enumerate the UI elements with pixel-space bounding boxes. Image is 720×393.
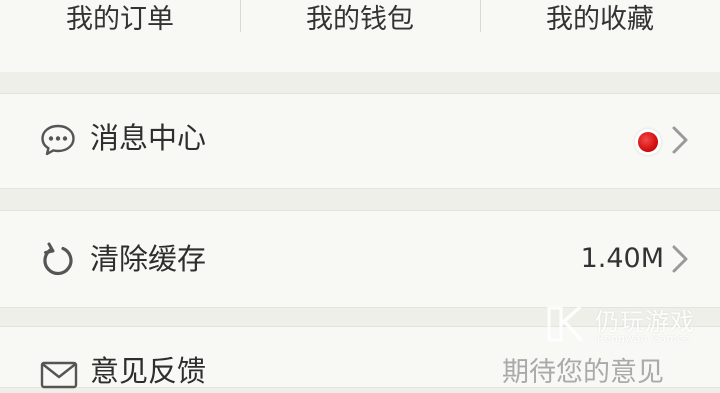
feedback-hint: 期待您的意见 bbox=[502, 357, 664, 388]
tab-my-favorites[interactable]: 我的收藏 bbox=[480, 0, 720, 40]
chat-bubble-icon bbox=[40, 122, 76, 162]
unread-badge bbox=[638, 132, 658, 152]
account-tabs: 我的订单 我的钱包 我的收藏 bbox=[0, 0, 720, 72]
mail-icon bbox=[40, 361, 78, 393]
clear-cache-label: 清除缓存 bbox=[90, 242, 207, 276]
feedback-label: 意见反馈 bbox=[90, 354, 207, 388]
menu-item-feedback[interactable]: 意见反馈 期待您的意见 bbox=[0, 326, 720, 389]
tab-my-wallet[interactable]: 我的钱包 bbox=[240, 0, 480, 40]
cache-size-value: 1.40M bbox=[580, 243, 664, 274]
menu-item-message-center[interactable]: 消息中心 bbox=[0, 93, 720, 189]
chevron-right-icon bbox=[670, 124, 690, 160]
menu-item-clear-cache[interactable]: 清除缓存 1.40M bbox=[0, 210, 720, 308]
tab-my-orders[interactable]: 我的订单 bbox=[0, 0, 240, 40]
chevron-right-icon bbox=[670, 243, 690, 279]
message-center-label: 消息中心 bbox=[90, 121, 207, 155]
refresh-icon bbox=[40, 242, 76, 282]
